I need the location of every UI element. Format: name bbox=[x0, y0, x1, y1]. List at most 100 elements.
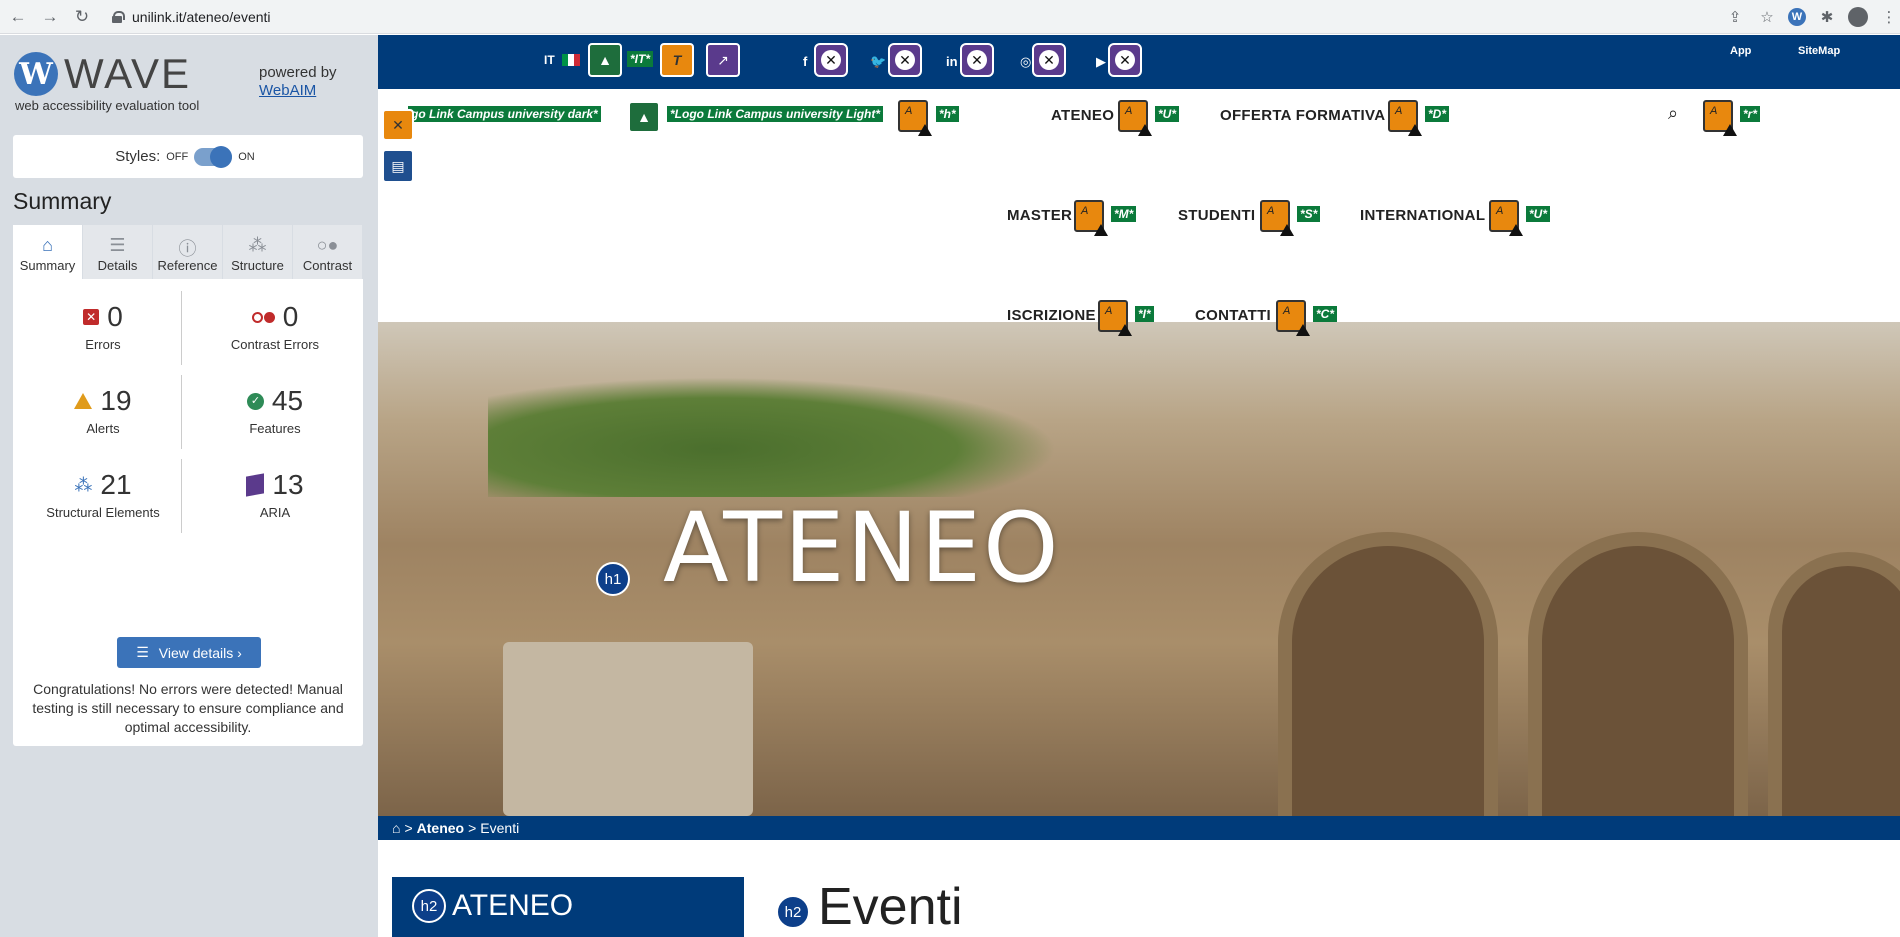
wave-aria-x-icon[interactable]: ✕ bbox=[960, 43, 994, 77]
page-title-text: Eventi bbox=[818, 878, 963, 936]
kebab-menu-icon[interactable]: ⋮ bbox=[1878, 6, 1900, 28]
extensions-puzzle-icon[interactable]: ✱ bbox=[1816, 6, 1838, 28]
structural-label: Structural Elements bbox=[46, 505, 160, 520]
structure-icon: ⁂ bbox=[248, 235, 267, 255]
alert-icon bbox=[74, 393, 93, 409]
h1-badge[interactable]: h1 bbox=[596, 562, 630, 596]
linkedin-icon[interactable]: in bbox=[946, 54, 958, 69]
wave-alert-icon[interactable]: A bbox=[1118, 100, 1152, 136]
wave-alert-icon[interactable]: A bbox=[1098, 300, 1132, 336]
logo-light-alt-tag: *Logo Link Campus university Light* bbox=[667, 106, 884, 122]
wave-alert-icon[interactable]: A bbox=[1703, 100, 1737, 136]
info-icon: ⓘ bbox=[178, 239, 197, 259]
wave-alert-icon[interactable]: A bbox=[1388, 100, 1422, 136]
instagram-icon[interactable]: ◎ bbox=[1020, 54, 1031, 70]
twitter-icon[interactable]: 🐦 bbox=[870, 54, 886, 70]
wave-image-icon[interactable]: ▲ bbox=[628, 101, 660, 133]
reload-button[interactable]: ↻ bbox=[68, 3, 96, 31]
wave-aria-x-icon[interactable]: ✕ bbox=[1032, 43, 1066, 77]
styles-off-label: OFF bbox=[166, 150, 189, 163]
search-icon[interactable]: ⌕ bbox=[1668, 103, 1678, 124]
youtube-icon[interactable]: ▶ bbox=[1096, 54, 1106, 70]
bookmark-star-icon[interactable]: ☆ bbox=[1756, 6, 1778, 28]
tab-structure[interactable]: ⁂ Structure bbox=[223, 225, 293, 279]
stat-errors[interactable]: ✕ 0 Errors bbox=[23, 301, 183, 352]
wave-logo: W WAVE bbox=[14, 50, 191, 98]
profile-avatar[interactable] bbox=[1848, 7, 1868, 27]
home-icon[interactable]: ⌂ bbox=[392, 820, 400, 836]
wave-alert-icon[interactable]: ✕ bbox=[382, 109, 414, 141]
wave-alert-icon[interactable]: A bbox=[1276, 300, 1310, 336]
tab-label: Details bbox=[97, 258, 138, 273]
wave-aria-x-icon[interactable]: ✕ bbox=[1108, 43, 1142, 77]
menu-international[interactable]: INTERNATIONAL bbox=[1360, 207, 1485, 224]
list-icon: ☰ bbox=[136, 644, 149, 660]
h2-badge[interactable]: h2 bbox=[412, 889, 446, 923]
menu-master[interactable]: MASTER bbox=[1007, 207, 1072, 224]
address-bar[interactable]: unilink.it/ateneo/eventi bbox=[104, 4, 1784, 30]
facebook-icon[interactable]: f bbox=[803, 54, 807, 69]
app-link[interactable]: App bbox=[1730, 45, 1751, 57]
wave-aria-x-icon[interactable]: ✕ bbox=[814, 43, 848, 77]
hero-arch bbox=[1528, 532, 1748, 816]
hero-image: h1 ATENEO bbox=[378, 322, 1900, 816]
browser-toolbar: ← → ↻ unilink.it/ateneo/eventi ⇪ ☆ W ✱ ⋮ bbox=[0, 0, 1900, 34]
hero-ivy bbox=[488, 377, 1058, 497]
forward-button[interactable]: → bbox=[36, 3, 64, 31]
styles-toggle[interactable] bbox=[194, 145, 233, 168]
tab-summary[interactable]: ⌂ Summary bbox=[13, 225, 83, 279]
back-button[interactable]: ← bbox=[4, 3, 32, 31]
view-details-button[interactable]: ☰ View details › bbox=[117, 637, 261, 668]
wave-alert-icon[interactable]: A bbox=[1260, 200, 1294, 236]
tab-contrast[interactable]: ○● Contrast bbox=[293, 225, 363, 279]
wave-structure-icon[interactable]: ▤ bbox=[382, 149, 414, 183]
wave-aria-icon[interactable]: ↗ bbox=[706, 43, 740, 77]
stat-alerts[interactable]: 19 Alerts bbox=[23, 385, 183, 436]
stat-features[interactable]: ✓ 45 Features bbox=[195, 385, 355, 436]
browser-extension-area: ⇪ ☆ W ✱ ⋮ bbox=[1724, 6, 1900, 28]
breadcrumb-current: Eventi bbox=[480, 820, 520, 836]
aria-label: ARIA bbox=[259, 505, 291, 520]
h2-badge[interactable]: h2 bbox=[776, 895, 810, 929]
powered-by-text: powered by bbox=[259, 64, 337, 81]
menu-tag: *I* bbox=[1135, 306, 1154, 322]
wave-image-icon[interactable]: ▲ bbox=[588, 43, 622, 77]
breadcrumb-ateneo[interactable]: Ateneo bbox=[417, 820, 464, 836]
language-label[interactable]: IT bbox=[544, 53, 555, 67]
tab-label: Contrast bbox=[302, 258, 353, 273]
logo-dark-alt-tag: go Link Campus university dark* bbox=[408, 106, 601, 122]
tab-reference[interactable]: ⓘ Reference bbox=[153, 225, 223, 279]
tab-details[interactable]: ☰ Details bbox=[83, 225, 153, 279]
breadcrumb: ⌂ > Ateneo > Eventi bbox=[378, 816, 1900, 840]
wave-alert-icon[interactable]: A bbox=[898, 100, 932, 136]
wave-aria-x-icon[interactable]: ✕ bbox=[888, 43, 922, 77]
lock-icon bbox=[112, 11, 125, 23]
styles-toggle-box: Styles: OFF ON bbox=[13, 135, 363, 178]
hero-arch bbox=[1278, 532, 1498, 816]
webaim-link[interactable]: WebAIM bbox=[259, 82, 316, 99]
menu-tag: *D* bbox=[1425, 106, 1450, 122]
hero-well bbox=[503, 642, 753, 816]
wave-alert-icon[interactable]: A bbox=[1489, 200, 1523, 236]
contrast-errors-label: Contrast Errors bbox=[230, 337, 320, 352]
stat-aria[interactable]: 13 ARIA bbox=[195, 469, 355, 520]
sitemap-link[interactable]: SiteMap bbox=[1798, 45, 1840, 57]
menu-offerta-formativa[interactable]: OFFERTA FORMATIVA bbox=[1220, 107, 1385, 124]
stat-structural[interactable]: ⁂ 21 Structural Elements bbox=[23, 469, 183, 520]
page-title: h2 Eventi bbox=[776, 877, 963, 937]
contrast-errors-count: 0 bbox=[282, 301, 299, 332]
wave-alert-icon[interactable]: T bbox=[660, 43, 694, 77]
alerts-label: Alerts bbox=[86, 421, 120, 436]
stat-contrast-errors[interactable]: 0 Contrast Errors bbox=[195, 301, 355, 352]
breadcrumb-separator: > bbox=[404, 820, 413, 836]
share-icon[interactable]: ⇪ bbox=[1724, 6, 1746, 28]
wave-tabs: ⌂ Summary ☰ Details ⓘ Reference ⁂ Structure … bbox=[13, 225, 363, 279]
wave-alert-icon[interactable]: A bbox=[1074, 200, 1108, 236]
aria-icon bbox=[246, 473, 265, 497]
wave-extension-icon[interactable]: W bbox=[1788, 8, 1806, 26]
site-top-bar: IT ▲ *IT* T ↗ f ✕ 🐦 ✕ in ✕ ◎ ✕ ▶ ✕ App S… bbox=[378, 35, 1900, 89]
breadcrumb-separator: > bbox=[468, 820, 477, 836]
menu-ateneo[interactable]: ATENEO bbox=[1051, 107, 1114, 124]
menu-studenti[interactable]: STUDENTI bbox=[1178, 207, 1255, 224]
feature-check-icon: ✓ bbox=[246, 392, 264, 410]
